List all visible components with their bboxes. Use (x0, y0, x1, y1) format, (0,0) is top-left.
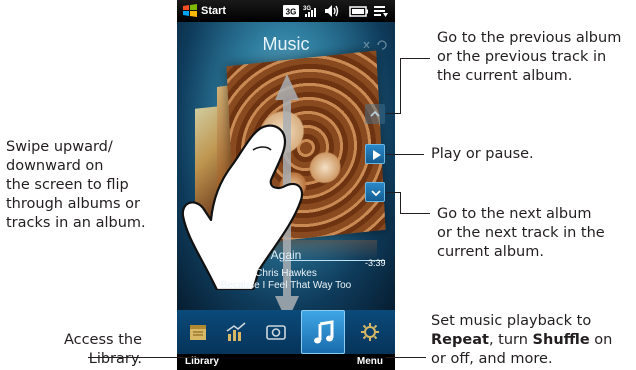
callout-menu-line-2-end: on (589, 332, 613, 348)
chevron-up-icon (370, 110, 380, 117)
calendar-icon (190, 325, 206, 340)
callout-previous: Go to the previous album or the previous… (437, 29, 621, 86)
tab-music[interactable] (301, 310, 345, 354)
play-pause-button[interactable] (365, 144, 385, 164)
callout-swipe-line-3: the screen to flip (6, 177, 129, 193)
volume-icon (325, 5, 339, 17)
chevron-down-icon (371, 190, 381, 197)
leader-play (386, 154, 424, 155)
callout-next-line-2: or the next track in the (437, 225, 605, 241)
callout-menu-line-2-mid: , turn (488, 332, 533, 348)
shuffle-bold-label: Shuffle (532, 332, 590, 348)
time-remaining: -3:39 (365, 258, 386, 268)
artist-name: Chris Hawkes (255, 268, 317, 279)
softkey-bar: Library Menu (177, 354, 395, 370)
leader-next-vertical (400, 192, 401, 213)
callout-menu: Set music playback to Repeat, turn Shuff… (431, 312, 612, 369)
callout-play: Play or pause. (431, 146, 534, 162)
callout-swipe-line-4: through albums or (6, 196, 141, 212)
start-label[interactable]: Start (201, 5, 226, 17)
leader-next-bottom (400, 213, 430, 214)
tab-stocks[interactable] (221, 318, 251, 346)
track-title: Because I Feel That Way Too (220, 280, 352, 291)
callout-swipe-line-2: downward on (6, 158, 104, 174)
leader-menu (386, 357, 426, 358)
callout-menu-line-1: Set music playback to (431, 313, 592, 329)
stocks-icon (226, 322, 246, 341)
callout-next-line-1: Go to the next album (437, 206, 592, 222)
callout-swipe-line-1: Swipe upward/ (6, 139, 113, 155)
callout-swipe-line-5: tracks in an album. (6, 215, 146, 231)
previous-album-button[interactable] (365, 104, 385, 124)
signal-icon: 3G (303, 6, 316, 17)
callout-next-line-3: current album. (437, 244, 544, 260)
tab-calendar[interactable] (183, 318, 213, 346)
callout-library: Access the Library. (60, 331, 142, 369)
callout-next: Go to the next album or the next track i… (437, 205, 605, 262)
callout-previous-line-2: or the previous track in (437, 49, 607, 65)
battery-icon (349, 6, 368, 17)
callout-library-line-1: Access the (63, 332, 142, 348)
shuffle-repeat-icon (363, 40, 387, 50)
tab-bar (177, 310, 395, 354)
album-browser[interactable]: Music Again -3:39 Chris Hawkes Because I… (177, 22, 395, 322)
callout-swipe: Swipe upward/ downward on the screen to … (6, 138, 146, 233)
callout-previous-line-3: the current album. (437, 68, 573, 84)
settings-icon (361, 323, 379, 341)
tab-settings[interactable] (355, 318, 385, 346)
leader-previous (386, 113, 400, 114)
svg-text:3G: 3G (303, 6, 311, 12)
music-icon (314, 320, 334, 344)
3g-icon: 3G (283, 5, 299, 17)
leader-previous-vertical (400, 58, 401, 114)
play-icon (373, 150, 381, 160)
callout-menu-line-2: Repeat, turn Shuffle on (431, 331, 612, 350)
next-album-button[interactable] (365, 182, 385, 202)
menu-softkey[interactable]: Menu (357, 356, 383, 367)
status-bar: Start 3G 3G (177, 0, 395, 22)
photos-icon (266, 325, 286, 340)
leader-previous-top (400, 58, 430, 59)
svg-text:3G: 3G (286, 8, 297, 17)
tab-photos[interactable] (261, 318, 291, 346)
phone-screen: Start 3G 3G Music Again -3:39 Chris Hawk… (177, 0, 395, 370)
leader-next (386, 192, 400, 193)
windows-flag-icon[interactable] (183, 4, 197, 17)
callout-menu-line-3: or off, and more. (431, 351, 553, 367)
repeat-bold-label: Repeat (431, 332, 489, 348)
callout-library-line-2: Library. (88, 351, 142, 367)
callout-previous-line-1: Go to the previous album (437, 30, 622, 46)
connectivity-icon (374, 6, 388, 17)
hand-gesture-icon (181, 124, 304, 290)
